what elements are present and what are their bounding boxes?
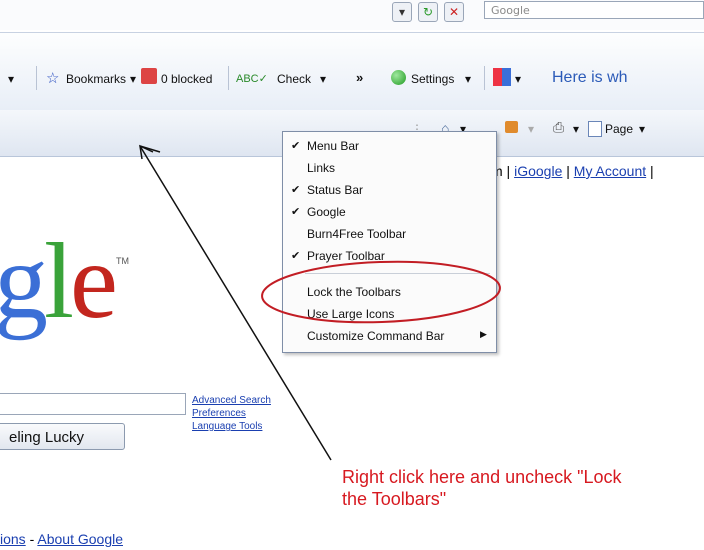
feeds-icon[interactable] — [505, 121, 518, 133]
menu-item-links[interactable]: Links — [307, 158, 335, 178]
menu-item-lock-toolbars[interactable]: Lock the Toolbars — [307, 282, 401, 302]
search-input[interactable]: Google — [484, 1, 704, 19]
popup-blocker-button[interactable]: 0 blocked — [161, 72, 212, 86]
settings-button[interactable]: Settings — [411, 72, 454, 86]
bookmarks-button[interactable]: Bookmarks — [66, 72, 126, 86]
print-icon[interactable]: ⎙ — [553, 119, 564, 136]
chevron-down-icon[interactable]: ▾ — [639, 122, 645, 136]
logo-letter-e: e — [70, 222, 118, 341]
menu-item-burn4free-toolbar[interactable]: Burn4Free Toolbar — [307, 224, 406, 244]
check-button[interactable]: Check — [277, 72, 311, 86]
annotation-text: Right click here and uncheck "Lock the T… — [342, 466, 622, 510]
menu-item-use-large-icons[interactable]: Use Large Icons — [307, 304, 394, 324]
footer-separator: - — [29, 531, 35, 547]
toolbar-separator — [228, 66, 229, 90]
windows-icon — [493, 68, 511, 86]
chevron-down-icon[interactable]: ▾ — [515, 72, 521, 86]
trademark-mark: TM — [116, 256, 129, 266]
menu-item-customize-command-bar[interactable]: Customize Command Bar — [307, 326, 444, 346]
chevron-down-icon[interactable]: ▾ — [130, 72, 136, 86]
annotation-line-2: the Toolbars" — [342, 489, 447, 509]
igoogle-link[interactable]: iGoogle — [514, 163, 562, 179]
checkmark-icon: ✔ — [291, 250, 301, 262]
popup-blocker-icon — [141, 68, 157, 84]
footer-links: ions - About Google — [0, 531, 123, 547]
address-bar-strip: ▾ ↻ ✕ Google — [0, 0, 704, 30]
more-chevron[interactable]: » — [356, 70, 363, 85]
settings-icon — [391, 70, 406, 85]
toolbar-context-menu: ✔ Menu Bar Links ✔ Status Bar ✔ Google B… — [282, 131, 497, 353]
link-separator: | — [650, 163, 654, 179]
google-logo: gle — [0, 222, 118, 342]
menu-item-status-bar[interactable]: Status Bar — [307, 180, 363, 200]
star-icon: ☆ — [46, 70, 60, 87]
google-search-input[interactable] — [0, 393, 186, 415]
my-account-link[interactable]: My Account — [574, 163, 646, 179]
search-options-links: Advanced Search Preferences Language Too… — [192, 394, 271, 433]
about-google-link[interactable]: About Google — [37, 531, 123, 547]
google-header-links: m | iGoogle | My Account | — [491, 163, 654, 179]
link-separator: | — [566, 163, 570, 179]
preferences-link[interactable]: Preferences — [192, 407, 271, 420]
logo-letter-l: l — [44, 222, 74, 341]
checkmark-icon: ✔ — [291, 206, 301, 218]
chevron-down-icon[interactable]: ▾ — [465, 72, 471, 86]
chevron-down-icon[interactable]: ▾ — [8, 72, 14, 86]
annotation-line-1: Right click here and uncheck "Lock — [342, 467, 622, 487]
menu-item-menu-bar[interactable]: Menu Bar — [307, 136, 359, 156]
submenu-arrow-icon: ▶ — [480, 329, 487, 339]
dropdown-arrow-icon[interactable]: ▾ — [392, 2, 412, 22]
logo-letter-g: g — [0, 222, 48, 341]
chevron-down-icon[interactable]: ▾ — [320, 72, 326, 86]
menu-separator — [305, 273, 490, 274]
feeling-lucky-button[interactable]: eling Lucky — [0, 423, 125, 450]
page-menu-button[interactable]: Page — [605, 122, 633, 136]
language-tools-link[interactable]: Language Tools — [192, 420, 271, 433]
menu-item-prayer-toolbar[interactable]: Prayer Toolbar — [307, 246, 385, 266]
advanced-search-link[interactable]: Advanced Search — [192, 394, 271, 407]
chevron-down-icon: ▾ — [528, 122, 535, 136]
footer-link-partial[interactable]: ions — [0, 531, 26, 547]
toolbar-separator — [36, 66, 37, 90]
toolbar-separator — [484, 66, 485, 90]
chevron-down-icon[interactable]: ▾ — [573, 122, 579, 136]
spellcheck-icon: ABC✓ — [236, 73, 268, 85]
stop-icon[interactable]: ✕ — [444, 2, 464, 22]
menu-item-google[interactable]: Google — [307, 202, 346, 222]
page-icon — [588, 121, 602, 137]
checkmark-icon: ✔ — [291, 184, 301, 196]
checkmark-icon: ✔ — [291, 140, 301, 152]
ticker-text: Here is wh — [552, 69, 628, 86]
refresh-icon[interactable]: ↻ — [418, 2, 438, 22]
